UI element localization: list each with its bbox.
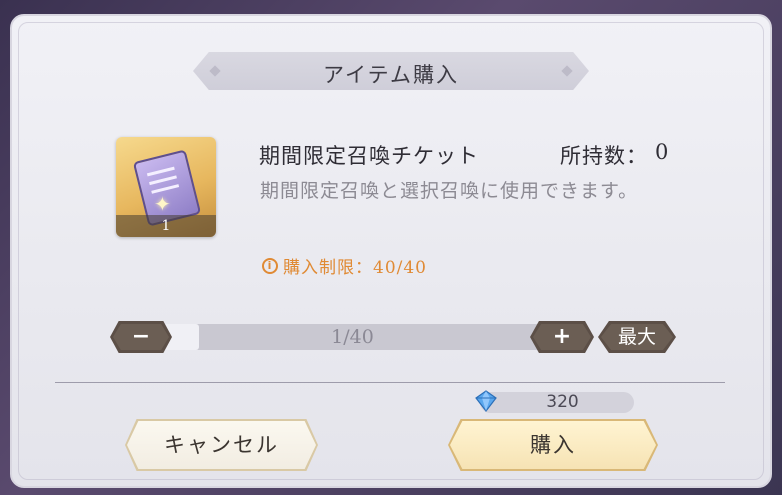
max-quantity-button[interactable]: 最大 xyxy=(598,321,676,353)
quantity-slider: 1/40 − + 最大 xyxy=(110,321,676,353)
buy-button[interactable]: 購入 xyxy=(448,419,658,471)
owned-count-value: 0 xyxy=(655,140,669,164)
increase-button[interactable]: + xyxy=(530,321,594,353)
gem-icon xyxy=(475,390,497,412)
cancel-button[interactable]: キャンセル xyxy=(125,419,318,471)
info-icon: i xyxy=(262,257,278,274)
dialog-title: アイテム購入 xyxy=(323,63,459,87)
purchase-limit: i 購入制限：40/40 xyxy=(262,253,427,278)
max-label: 最大 xyxy=(617,326,656,348)
decrease-button[interactable]: − xyxy=(110,321,172,353)
dialog-title-band: アイテム購入 xyxy=(193,52,589,90)
buy-label: 購入 xyxy=(530,433,576,457)
item-icon-count: 1 xyxy=(116,215,216,237)
star-icon: ✦ xyxy=(154,192,171,216)
plus-icon: + xyxy=(552,324,572,349)
dialog-frame xyxy=(18,22,764,480)
divider xyxy=(55,382,725,383)
quantity-value: 1/40 xyxy=(331,326,374,348)
item-name: 期間限定召喚チケット xyxy=(259,144,479,168)
minus-icon: − xyxy=(131,324,151,349)
cost-value: 320 xyxy=(546,392,579,412)
summon-ticket-icon[interactable]: ✦ 1 xyxy=(116,137,216,237)
item-description: 期間限定召喚と選択召喚に使用できます。 xyxy=(260,180,639,202)
cancel-label: キャンセル xyxy=(164,433,279,457)
purchase-limit-text: 購入制限：40/40 xyxy=(283,258,427,278)
owned-count-label: 所持数： xyxy=(560,144,648,168)
